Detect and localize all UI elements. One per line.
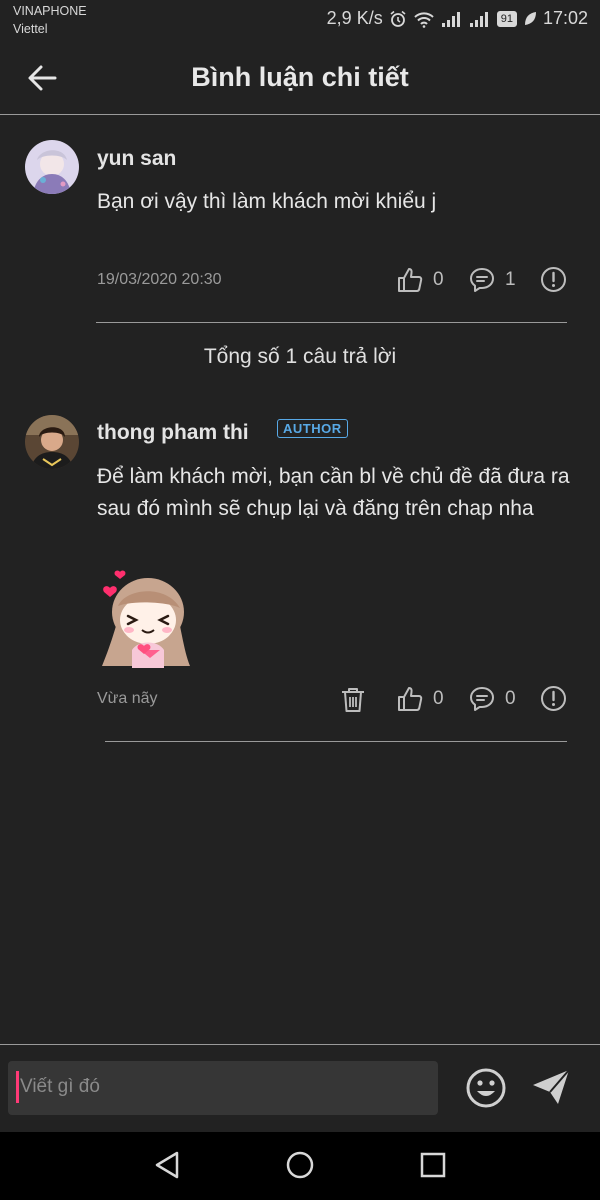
signal-icon-sim1 <box>441 10 463 28</box>
battery-icon: 91 <box>496 10 517 27</box>
thumbs-up-icon <box>398 268 423 292</box>
trash-icon <box>342 688 364 712</box>
reply-button[interactable]: 1 <box>468 266 516 294</box>
app-bar: Bình luận chi tiết <box>0 42 600 115</box>
report-button[interactable] <box>540 266 567 298</box>
avatar[interactable] <box>25 415 79 469</box>
reply-time: Vừa nãy <box>97 690 158 707</box>
square-recents-icon <box>420 1152 446 1178</box>
divider <box>96 322 567 323</box>
status-indicators: 2,9 K/s 91 17:02 <box>327 8 588 29</box>
comment-input[interactable]: Viết gì đó <box>8 1061 438 1115</box>
smiley-icon <box>466 1068 506 1108</box>
thumbs-up-icon <box>398 687 423 711</box>
replies-summary: Tổng số 1 câu trả lời <box>203 345 397 368</box>
reply-count: 0 <box>505 688 516 709</box>
clock: 17:02 <box>542 8 588 28</box>
emoji-button[interactable] <box>465 1067 507 1114</box>
divider <box>105 741 567 742</box>
network-speed: 2,9 K/s <box>326 8 383 28</box>
alert-circle-icon <box>541 686 566 711</box>
comment-author[interactable]: yun san <box>97 147 176 171</box>
chat-bubble-icon <box>470 268 494 292</box>
reply-button[interactable]: 0 <box>468 685 516 713</box>
comment-input-placeholder: Viết gì đó <box>20 1076 100 1097</box>
chat-bubble-icon <box>470 687 494 711</box>
reply-author[interactable]: thong pham thi <box>97 421 249 445</box>
comment-text: Bạn ơi vậy thì làm khách mời khiểu j <box>97 190 437 213</box>
like-count: 0 <box>433 688 444 709</box>
like-button[interactable]: 0 <box>396 685 444 713</box>
reply-text: Để làm khách mời, bạn cần bl về chủ đề đ… <box>97 465 570 520</box>
avatar[interactable] <box>25 140 79 194</box>
signal-icon-sim2 <box>469 10 491 28</box>
circle-home-icon <box>286 1151 314 1179</box>
nav-home-button[interactable] <box>285 1150 315 1185</box>
like-count: 0 <box>433 269 444 290</box>
sticker-image <box>96 566 196 668</box>
send-button[interactable] <box>530 1067 572 1112</box>
status-bar: VINAPHONE Viettel 2,9 K/s 91 17:02 <box>0 0 600 42</box>
triangle-back-icon <box>155 1151 179 1179</box>
alarm-icon <box>389 10 407 28</box>
system-nav-bar <box>0 1132 600 1200</box>
comment-time: 19/03/2020 20:30 <box>97 271 222 288</box>
text-caret <box>16 1071 19 1103</box>
wifi-icon <box>413 10 435 28</box>
reply-count: 1 <box>505 269 516 290</box>
report-button[interactable] <box>540 685 567 717</box>
alert-circle-icon <box>541 267 566 292</box>
carrier-secondary: Viettel <box>13 22 48 36</box>
delete-button[interactable] <box>340 686 366 719</box>
like-button[interactable]: 0 <box>396 266 444 294</box>
nav-back-button[interactable] <box>153 1150 181 1185</box>
leaf-icon <box>523 11 537 27</box>
send-icon <box>533 1069 570 1104</box>
nav-recents-button[interactable] <box>419 1150 447 1185</box>
carrier-primary: VINAPHONE <box>13 4 87 18</box>
comment-composer: Viết gì đó <box>0 1044 600 1133</box>
page-title: Bình luận chi tiết <box>191 62 409 92</box>
author-badge: AUTHOR <box>277 419 348 438</box>
